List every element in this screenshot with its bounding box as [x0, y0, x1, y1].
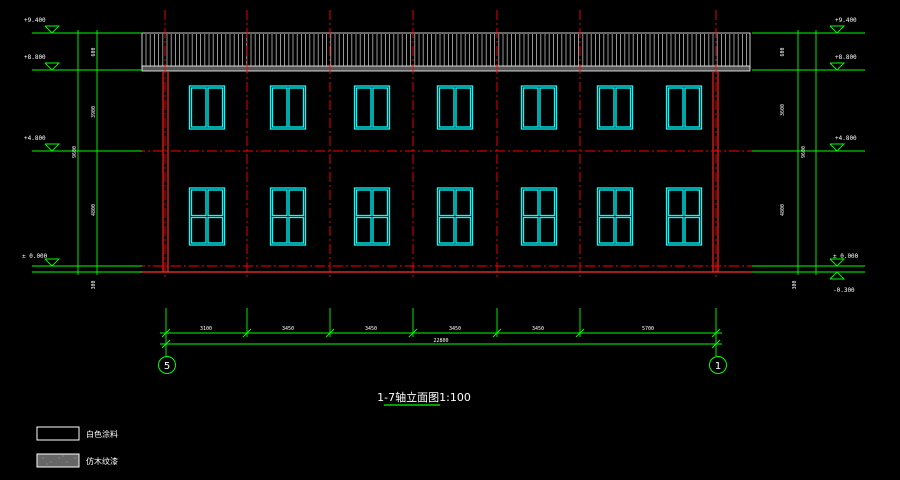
elevation-label-right-4: -0.300	[833, 287, 855, 294]
legend-swatch-plain	[36, 426, 80, 441]
drawing-title: 1-7轴立面图1:100	[377, 390, 471, 404]
hdim-0: 3100	[200, 326, 212, 332]
windows-group	[188, 85, 703, 246]
vdim-right-1: 3600	[780, 104, 786, 116]
window-lower-6	[596, 187, 634, 246]
elevation-label-left-0: +9.400	[24, 17, 46, 24]
elevation-label-right-0: +9.400	[835, 17, 857, 24]
window-upper-1	[188, 85, 226, 130]
legend-label-1: 仿木纹漆	[86, 456, 118, 466]
window-upper-5	[520, 85, 558, 130]
elevation-label-right-1: +8.800	[835, 54, 857, 61]
window-lower-3	[353, 187, 391, 246]
elevation-label-right-3: ± 0.000	[833, 253, 859, 260]
window-lower-5	[520, 187, 558, 246]
window-upper-3	[353, 85, 391, 130]
roof-band	[141, 32, 751, 72]
hdim-total: 22800	[433, 338, 448, 344]
hdim-3: 3450	[449, 326, 461, 332]
window-lower-7	[665, 187, 703, 246]
window-lower-2	[269, 187, 307, 246]
axis-bubble-right: 1	[709, 356, 727, 374]
window-upper-6	[596, 85, 634, 130]
vdim-left-4: 300	[91, 280, 97, 289]
hdim-4: 3450	[532, 326, 544, 332]
legend: 白色涂料 仿木纹漆	[36, 426, 118, 468]
axis-label-right: 1	[715, 361, 721, 372]
window-upper-7	[665, 85, 703, 130]
hdim-5: 5700	[642, 326, 654, 332]
axis-label-left: 5	[164, 361, 170, 372]
vdim-left-3: 4800	[91, 204, 97, 216]
vdim-right-0: 600	[780, 47, 786, 56]
vdim-right-2: 9600	[801, 146, 807, 158]
vdim-left-2: 9600	[72, 146, 78, 158]
vdim-left-0: 600	[91, 47, 97, 56]
building-outline	[162, 71, 719, 272]
vdim-right-4: 300	[792, 280, 798, 289]
horizontal-dimensions	[160, 308, 722, 356]
elevation-drawing: +9.400 +8.800 +4.800 ± 0.000 +9.400 +8.8…	[22, 10, 865, 468]
legend-label-0: 白色涂料	[86, 429, 118, 439]
hdim-2: 3450	[365, 326, 377, 332]
left-elevation-markers	[32, 25, 142, 275]
axis-bubble-left: 5	[158, 356, 176, 374]
elevation-label-left-2: +4.800	[24, 135, 46, 142]
window-upper-4	[436, 85, 474, 130]
vdim-right-3: 4800	[780, 204, 786, 216]
vdim-left-1: 3900	[91, 106, 97, 118]
window-upper-2	[269, 85, 307, 130]
right-elevation-markers	[752, 25, 865, 280]
elevation-label-left-3: ± 0.000	[22, 253, 48, 260]
window-lower-1	[188, 187, 226, 246]
elevation-label-left-1: +8.800	[24, 54, 46, 61]
elevation-label-right-2: +4.800	[835, 135, 857, 142]
hdim-1: 3450	[282, 326, 294, 332]
legend-swatch-hatched	[36, 453, 80, 468]
window-lower-4	[436, 187, 474, 246]
